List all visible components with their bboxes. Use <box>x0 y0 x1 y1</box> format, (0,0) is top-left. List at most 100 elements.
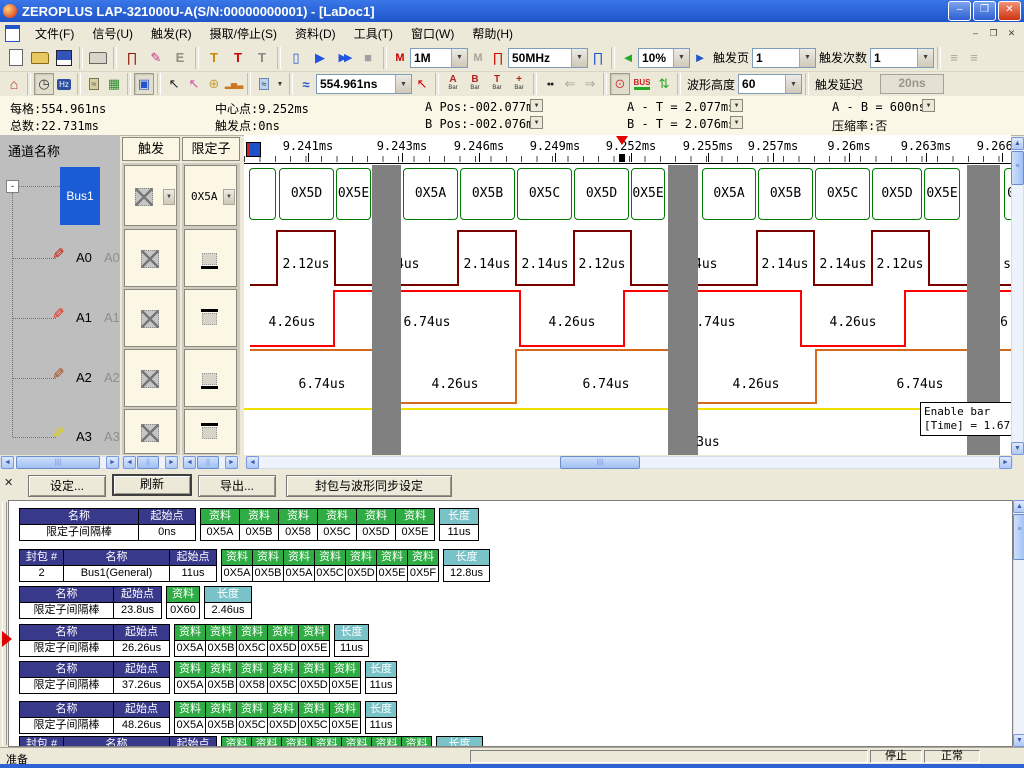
stack-view-button[interactable]: ≡ <box>944 47 964 69</box>
sample-depth-combo[interactable]: 1M ▼ <box>410 48 468 68</box>
trigger-cell-bus1[interactable]: ▼ <box>124 165 177 226</box>
trigger-value-box[interactable] <box>141 424 159 442</box>
wave-mode-button[interactable]: ≈ <box>254 73 274 95</box>
dropdown-arrow-icon[interactable]: ▼ <box>673 49 689 67</box>
scroll-right-icon[interactable]: ► <box>999 456 1012 469</box>
swap-button[interactable]: ⇅ <box>654 73 674 95</box>
qualifier-cell-a3[interactable] <box>184 409 237 454</box>
b-t-dropdown[interactable]: ▼ <box>730 116 743 129</box>
scroll-right-icon[interactable]: ► <box>225 456 238 469</box>
packet-export-button[interactable]: 导出... <box>198 475 276 497</box>
scroll-right-icon[interactable]: ► <box>165 456 178 469</box>
qualifier-level-box[interactable] <box>202 253 217 265</box>
pen-icon[interactable]: ✎ <box>52 245 65 263</box>
select-tool-button[interactable]: ↖ <box>184 73 204 95</box>
mdi-minimize-button[interactable]: – <box>967 26 984 41</box>
waveform-canvas[interactable]: Enable bar [Time] = 1.673ms 9.241ms9.243… <box>244 135 1011 455</box>
a-t-dropdown[interactable]: ▼ <box>730 99 743 112</box>
t-bar-button[interactable]: TBar <box>486 73 508 95</box>
capture-e-button[interactable]: E <box>168 47 192 69</box>
scroll-left-icon[interactable]: ◄ <box>246 456 259 469</box>
clock-mode-button[interactable]: ◷ <box>34 73 54 95</box>
save-button[interactable] <box>52 47 76 69</box>
next-button[interactable]: ⇒ <box>580 73 600 95</box>
dropdown-arrow-icon[interactable]: ▼ <box>451 49 467 67</box>
time-per-div-combo[interactable]: 554.961ns ▼ <box>316 74 412 94</box>
run-button[interactable]: ▶ <box>308 47 332 69</box>
stack-view2-button[interactable]: ≡ <box>964 47 984 69</box>
menu-item-6[interactable]: 窗口(W) <box>402 22 463 45</box>
trigger-count-combo[interactable]: 1 ▼ <box>870 48 934 68</box>
qualifier-cell-a1[interactable] <box>184 289 237 347</box>
trigger-block-button[interactable]: T <box>250 47 274 69</box>
print-button[interactable] <box>86 47 110 69</box>
run-repeat-button[interactable]: ▶▶ <box>332 47 356 69</box>
trigger-cell-a2[interactable] <box>124 349 177 407</box>
navigator-button[interactable]: ▣ <box>134 73 154 95</box>
trigger-cell-a3[interactable] <box>124 409 177 454</box>
maximize-button[interactable]: ❐ <box>973 1 996 21</box>
find-button[interactable]: ●● <box>540 73 560 95</box>
waveform-hscroll-thumb[interactable]: |||| <box>560 456 640 469</box>
channel-hscroll-thumb[interactable]: |||| <box>16 456 100 469</box>
goto-trigger-right-button[interactable]: ► <box>690 47 710 69</box>
frequency-mode-button[interactable]: Hz <box>54 73 74 95</box>
scroll-down-icon[interactable]: ▼ <box>1013 734 1024 747</box>
qualifier-cell-a2[interactable] <box>184 349 237 407</box>
menu-item-4[interactable]: 资料(D) <box>286 22 345 45</box>
trigger-page-combo[interactable]: 1 ▼ <box>752 48 816 68</box>
pen-icon[interactable]: ✎ <box>52 424 65 442</box>
menu-item-2[interactable]: 触发(R) <box>142 22 201 45</box>
menu-item-5[interactable]: 工具(T) <box>345 22 402 45</box>
a-b-dropdown[interactable]: ▼ <box>922 99 935 112</box>
scroll-left-icon[interactable]: ◄ <box>183 456 196 469</box>
a-pos-dropdown[interactable]: ▼ <box>530 99 543 112</box>
wave-mode-dropdown[interactable]: ▼ <box>274 73 286 95</box>
noise-filter-button[interactable]: ⊙ <box>610 73 630 95</box>
waveform-window-button[interactable]: ≈ <box>84 73 104 95</box>
trigger-cell-a1[interactable] <box>124 289 177 347</box>
goto-trigger-left-button[interactable]: ◄ <box>618 47 638 69</box>
trigger-value-box[interactable] <box>135 188 153 206</box>
sample-rate-combo[interactable]: 50MHz ▼ <box>508 48 588 68</box>
dropdown-arrow-icon[interactable]: ▼ <box>917 49 933 67</box>
close-button[interactable]: ✕ <box>998 1 1021 21</box>
waveform-vscroll-thumb[interactable]: ≡ <box>1011 151 1024 185</box>
qualifier-level-box[interactable] <box>202 427 217 439</box>
home-button[interactable]: ⌂ <box>4 73 24 95</box>
scroll-left-icon[interactable]: ◄ <box>123 456 136 469</box>
packet-settings-button[interactable]: 设定... <box>28 475 106 497</box>
zoom-combo[interactable]: 10% ▼ <box>638 48 690 68</box>
scroll-down-icon[interactable]: ▼ <box>1011 442 1024 455</box>
qualifier-level-box[interactable] <box>202 373 217 385</box>
b-bar-button[interactable]: BBar <box>464 73 486 95</box>
dropdown-arrow-icon[interactable]: ▼ <box>571 49 587 67</box>
pen-icon[interactable]: ✎ <box>52 305 65 323</box>
mdi-close-button[interactable]: ✕ <box>1003 26 1020 41</box>
listing-window-button[interactable]: ▦ <box>104 73 124 95</box>
packet-list[interactable]: 名称限定子间隔棒起始点0ns资料0X5A资料0X5B资料0X58资料0X5C资料… <box>8 500 1013 747</box>
device-port-button[interactable]: ▯ <box>284 47 308 69</box>
trigger-value-box[interactable] <box>141 310 159 328</box>
packet-sync-button[interactable]: 封包与波形同步设定 <box>286 475 452 497</box>
scroll-up-icon[interactable]: ▲ <box>1013 500 1024 513</box>
channel-bus1[interactable]: Bus1 <box>60 167 100 225</box>
mdi-restore-button[interactable]: ❐ <box>985 26 1002 41</box>
open-file-button[interactable] <box>28 47 52 69</box>
dropdown-arrow-icon[interactable]: ▼ <box>223 189 235 205</box>
dropdown-arrow-icon[interactable]: ▼ <box>785 75 801 93</box>
packet-refresh-button[interactable]: 刷新 <box>112 474 192 496</box>
minimize-button[interactable]: – <box>948 1 971 21</box>
trigger-hscroll-thumb[interactable]: || <box>137 456 159 469</box>
scroll-up-icon[interactable]: ▲ <box>1011 137 1024 150</box>
panel-close-icon[interactable]: ✕ <box>4 478 13 488</box>
pen-icon[interactable]: ✎ <box>52 365 65 383</box>
b-pos-dropdown[interactable]: ▼ <box>530 116 543 129</box>
splitter-grip[interactable] <box>2 502 7 745</box>
trigger-wave-button[interactable]: T <box>226 47 250 69</box>
capture-setup-button[interactable]: ∏ <box>120 47 144 69</box>
menu-item-1[interactable]: 信号(U) <box>83 22 142 45</box>
qualifier-hscroll-thumb[interactable]: || <box>197 456 219 469</box>
hand-tool-button[interactable]: ⊕ <box>204 73 224 95</box>
prev-button[interactable]: ⇐ <box>560 73 580 95</box>
